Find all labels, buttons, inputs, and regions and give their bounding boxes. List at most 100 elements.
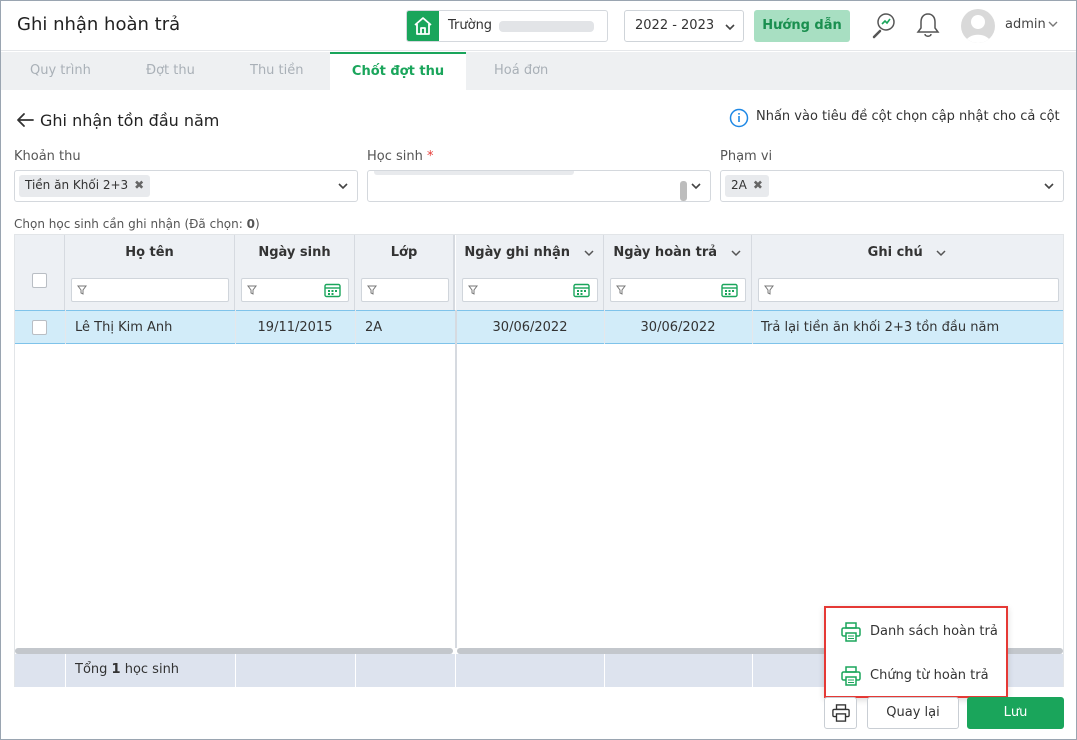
filter-icon <box>764 285 774 295</box>
pham-vi-select[interactable]: 2A ✖ <box>720 170 1064 202</box>
total-suffix: học sinh <box>120 662 180 677</box>
col-ngay-hoan-tra[interactable]: Ngày hoàn trả <box>604 235 752 310</box>
col-ngay-ghi-nhan-title: Ngày ghi nhận <box>456 245 603 260</box>
printer-icon <box>841 666 861 686</box>
printer-icon <box>831 704 850 722</box>
col-ghi-chu-text: Ghi chú <box>867 245 923 260</box>
chip-remove-icon[interactable]: ✖ <box>753 178 763 192</box>
tab-quy-trinh[interactable]: Quy trình <box>30 63 91 78</box>
user-name[interactable]: admin <box>1005 17 1046 32</box>
calendar-icon[interactable] <box>721 282 738 298</box>
school-selector[interactable]: Trường <box>406 10 608 42</box>
avatar[interactable] <box>961 9 995 43</box>
tab-hoa-don[interactable]: Hoá đơn <box>494 63 548 78</box>
save-button[interactable]: Lưu <box>967 697 1064 729</box>
tab-chot-dot-thu[interactable]: Chốt đợt thu <box>330 52 466 90</box>
school-year-value: 2022 - 2023 <box>635 18 715 33</box>
khoan-thu-select[interactable]: Tiền ăn Khối 2+3 ✖ <box>14 170 358 202</box>
filter-ho-ten[interactable] <box>71 278 229 302</box>
chip-label: 2A <box>731 178 747 192</box>
school-year-select[interactable]: 2022 - 2023 <box>624 10 744 42</box>
filter-ngay-sinh[interactable] <box>241 278 349 302</box>
calendar-icon[interactable] <box>573 282 590 298</box>
filter-ngay-hoan-tra[interactable] <box>610 278 746 302</box>
col-divider <box>752 654 753 687</box>
col-divider <box>235 310 236 344</box>
cell-lop: 2A <box>365 320 383 335</box>
total-prefix: Tổng <box>75 662 112 677</box>
filter-ghi-chu[interactable] <box>758 278 1059 302</box>
table-row[interactable]: Lê Thị Kim Anh 19/11/2015 2A 30/06/2022 … <box>15 310 1063 344</box>
filter-ngay-ghi-nhan[interactable] <box>462 278 598 302</box>
cell-ngay-hoan-tra[interactable]: 30/06/2022 <box>604 320 752 335</box>
col-ngay-sinh[interactable]: Ngày sinh <box>235 235 355 310</box>
print-danh-sach-hoan-tra[interactable]: Danh sách hoàn trả <box>826 610 1006 654</box>
khoan-thu-label: Khoản thu <box>14 149 81 164</box>
chevron-down-icon <box>725 24 735 31</box>
home-icon <box>407 11 439 41</box>
cell-ho-ten: Lê Thị Kim Anh <box>75 320 173 335</box>
frozen-divider <box>455 310 457 648</box>
print-chung-tu-hoan-tra[interactable]: Chứng từ hoàn trả <box>826 654 1006 698</box>
hoc-sinh-label: Học sinh * <box>367 149 434 164</box>
chevron-down-icon[interactable] <box>583 248 595 258</box>
select-all-checkbox[interactable] <box>32 273 47 288</box>
col-divider <box>604 310 605 344</box>
col-lop[interactable]: Lớp <box>355 235 455 310</box>
column-update-hint: Nhấn vào tiêu đề cột chọn cập nhật cho c… <box>756 109 1060 124</box>
col-divider <box>355 310 356 344</box>
chevron-down-icon[interactable] <box>690 181 702 191</box>
back-button[interactable]: Quay lại <box>867 697 959 729</box>
page-subtitle: Ghi nhận tồn đầu năm <box>40 111 220 130</box>
app-title: Ghi nhận hoàn trả <box>17 14 181 35</box>
print-item-label: Danh sách hoàn trả <box>870 624 998 639</box>
filter-icon <box>77 285 87 295</box>
col-ho-ten[interactable]: Họ tên <box>65 235 235 310</box>
guide-button[interactable]: Hướng dẫn <box>754 10 850 42</box>
chevron-down-icon[interactable] <box>1043 181 1055 191</box>
total-number: 1 <box>111 662 121 677</box>
tab-dot-thu[interactable]: Đợt thu <box>146 63 195 78</box>
selection-prefix: Chọn học sinh cần ghi nhận (Đã chọn: <box>14 217 247 231</box>
chip-remove-icon[interactable]: ✖ <box>134 178 144 192</box>
calendar-icon[interactable] <box>324 282 341 298</box>
row-checkbox[interactable] <box>32 320 47 335</box>
chevron-down-icon[interactable] <box>730 248 742 258</box>
search-chart-icon[interactable] <box>869 10 899 40</box>
selection-count: Chọn học sinh cần ghi nhận (Đã chọn: 0) <box>14 217 260 231</box>
printer-icon <box>841 622 861 642</box>
tab-bar: Quy trình Đợt thu Thu tiền Chốt đợt thu … <box>1 52 1076 90</box>
selection-number: 0 <box>246 217 255 231</box>
required-mark: * <box>427 149 434 164</box>
select-scrollbar[interactable] <box>680 181 687 201</box>
filter-icon <box>367 285 377 295</box>
back-arrow-icon[interactable] <box>14 111 36 129</box>
col-ghi-chu[interactable]: Ghi chú <box>752 235 1063 310</box>
chip-label: Tiền ăn Khối 2+3 <box>25 178 129 192</box>
col-ngay-hoan-tra-title: Ngày hoàn trả <box>604 245 751 260</box>
col-ngay-sinh-title: Ngày sinh <box>258 245 331 260</box>
col-divider <box>355 654 356 687</box>
bell-icon[interactable] <box>914 10 942 40</box>
tab-thu-tien[interactable]: Thu tiền <box>250 63 304 78</box>
header-select-all <box>15 235 65 310</box>
hoc-sinh-label-text: Học sinh <box>367 149 423 164</box>
filter-lop[interactable] <box>361 278 449 302</box>
col-divider <box>604 654 605 687</box>
col-ghi-chu-title: Ghi chú <box>752 245 1063 260</box>
col-divider <box>235 654 236 687</box>
cell-ngay-ghi-nhan[interactable]: 30/06/2022 <box>456 320 604 335</box>
print-item-label: Chứng từ hoàn trả <box>870 668 989 683</box>
chevron-down-icon[interactable] <box>337 181 349 191</box>
col-ngay-ghi-nhan[interactable]: Ngày ghi nhận <box>456 235 604 310</box>
cell-ghi-chu[interactable]: Trả lại tiền ăn khối 2+3 tồn đầu năm <box>761 320 999 335</box>
cell-ngay-sinh: 19/11/2015 <box>257 320 333 335</box>
chevron-down-icon[interactable] <box>1047 19 1059 29</box>
chevron-down-icon[interactable] <box>935 248 947 258</box>
pham-vi-chip: 2A ✖ <box>725 175 769 197</box>
col-lop-title: Lớp <box>390 245 418 260</box>
print-button[interactable] <box>824 697 857 729</box>
hoc-sinh-select[interactable] <box>367 170 711 202</box>
col-divider <box>65 310 66 344</box>
school-name-redacted <box>499 21 594 32</box>
